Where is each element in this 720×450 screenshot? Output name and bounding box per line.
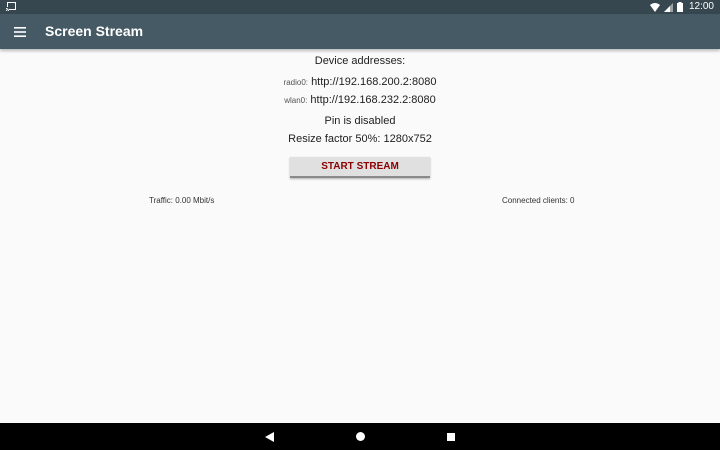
- hamburger-menu-icon[interactable]: [10, 22, 30, 42]
- navigation-bar: [0, 423, 720, 450]
- address-link[interactable]: http://192.168.200.2:8080: [311, 76, 436, 88]
- clock: 12:00: [688, 1, 714, 12]
- traffic-label: Traffic: 0.00 Mbit/s: [149, 196, 215, 205]
- interface-label: wlan0:: [284, 96, 308, 105]
- main-content: Device addresses: radio0: http://192.168…: [0, 49, 720, 423]
- cast-icon: [5, 2, 16, 12]
- status-bar: 12:00: [0, 0, 720, 14]
- resize-info: Resize factor 50%: 1280x752: [288, 133, 432, 145]
- interface-label: radio0:: [283, 78, 308, 87]
- connected-clients-label: Connected clients: 0: [502, 196, 575, 205]
- battery-icon: [676, 2, 683, 12]
- home-icon[interactable]: [345, 423, 375, 450]
- cell-signal-icon: [663, 2, 673, 12]
- address-link[interactable]: http://192.168.232.2:8080: [310, 94, 435, 106]
- pin-status: Pin is disabled: [324, 115, 396, 127]
- back-icon[interactable]: [254, 423, 284, 450]
- device-addresses-label: Device addresses:: [314, 55, 406, 67]
- address-row-radio0: radio0: http://192.168.200.2:8080: [0, 76, 720, 88]
- wifi-icon: [649, 2, 660, 12]
- start-stream-button[interactable]: START STREAM: [290, 157, 430, 178]
- app-toolbar: Screen Stream: [0, 14, 720, 49]
- address-row-wlan0: wlan0: http://192.168.232.2:8080: [0, 94, 720, 106]
- app-title: Screen Stream: [45, 23, 144, 39]
- recents-icon[interactable]: [436, 423, 466, 450]
